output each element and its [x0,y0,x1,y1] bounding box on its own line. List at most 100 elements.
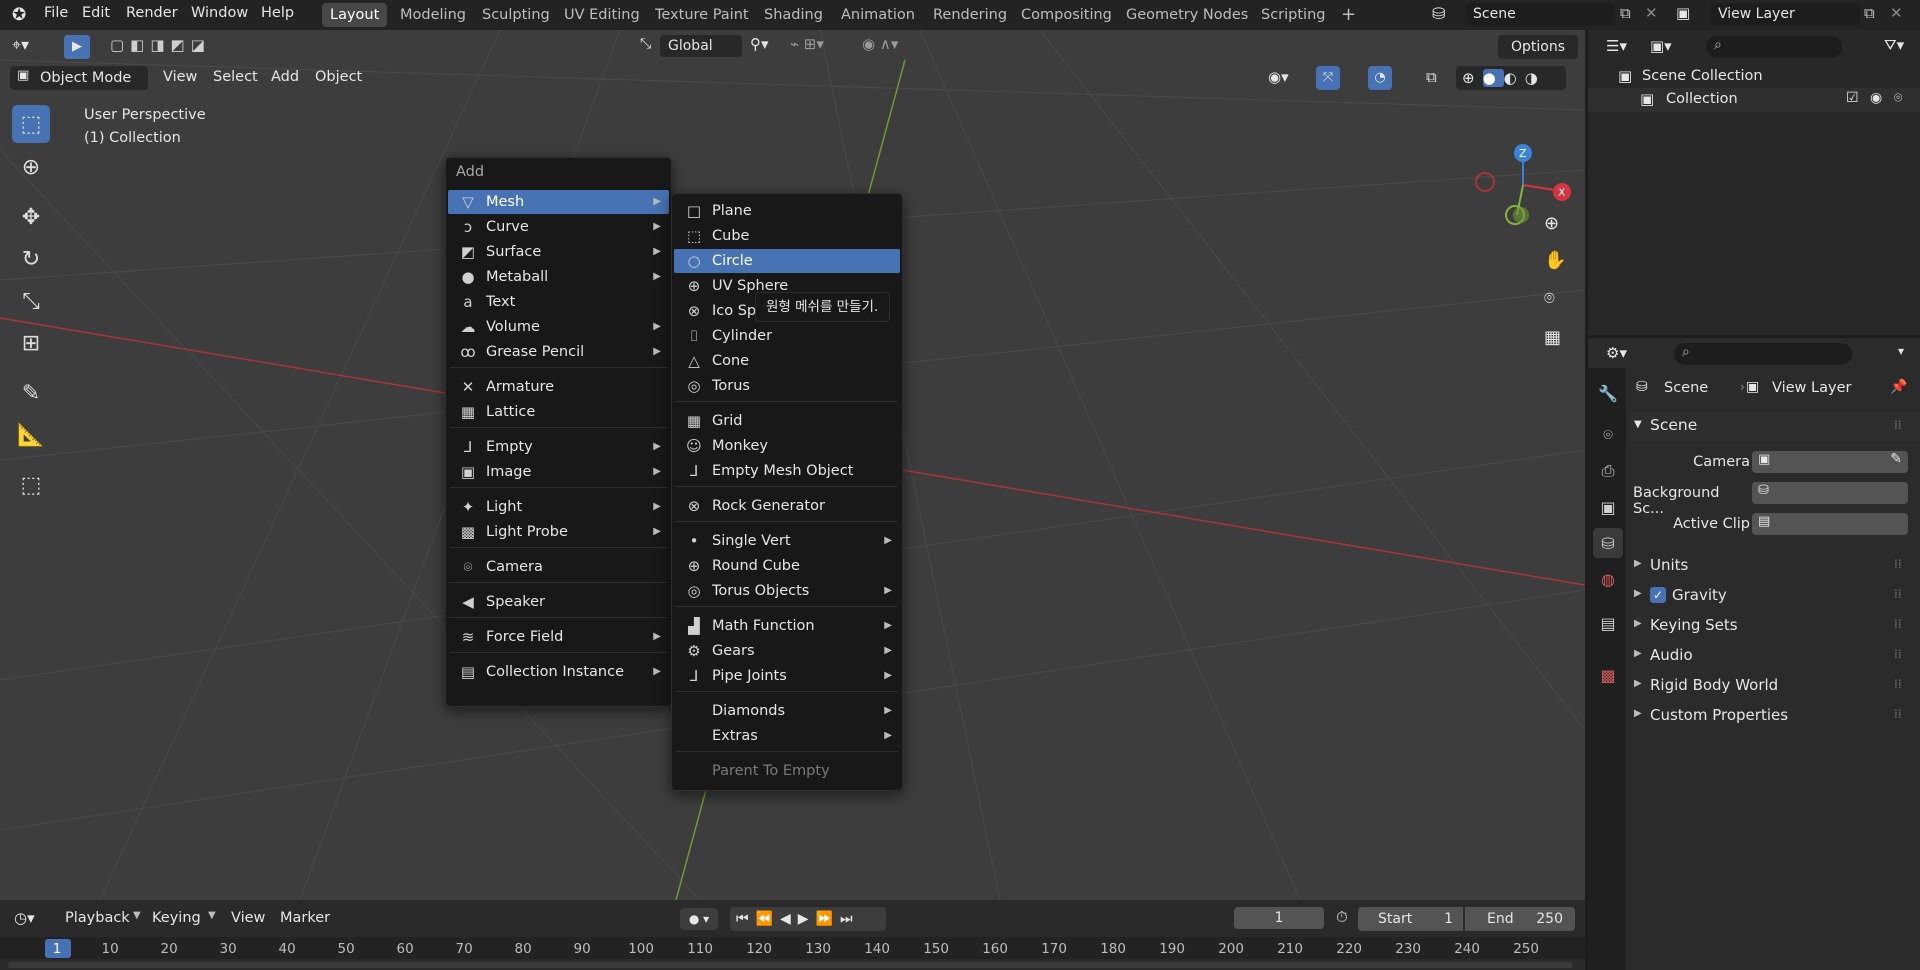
timeline[interactable]: ◷▾ Playback ▼ Keying ▼ View Marker ● ▾ ⏮… [0,900,1585,970]
add-menu-item-mesh[interactable]: ▽ Mesh ▶ [448,190,669,214]
blender-logo-icon[interactable]: ✪ [12,5,26,25]
mesh-menu-item-plane[interactable]: □ Plane [674,199,900,223]
start-frame-field[interactable]: Start 1 [1358,907,1463,931]
annotate-tool[interactable]: ✎ [12,374,50,412]
pin-icon[interactable]: 📌 [1890,379,1907,395]
select-tool-icon[interactable]: ▶ [64,35,90,59]
copy-scene-icon[interactable]: ⧉ [1620,4,1631,22]
drag-handle-icon[interactable]: ⁞⁞ [1894,647,1902,661]
mesh-menu-item-rock-generator[interactable]: ⊗ Rock Generator [674,494,900,518]
drag-handle-icon[interactable]: ⁞⁞ [1894,418,1902,432]
mesh-menu-item-extras[interactable]: Extras ▶ [674,724,900,748]
visibility-icon[interactable]: ◉▾ [1268,68,1289,86]
object-mode-dropdown[interactable]: Object Mode [10,66,148,90]
view-layer-icon[interactable]: ▣ [1676,4,1690,22]
mesh-menu-item-pipe-joints[interactable]: ⅃ Pipe Joints ▶ [674,664,900,688]
timeline-menu-playback[interactable]: Playback [65,910,130,926]
viewport-menu-select[interactable]: Select [213,69,258,85]
drag-handle-icon[interactable]: ⁞⁞ [1894,617,1902,631]
viewport-menu-object[interactable]: Object [315,69,362,85]
mesh-menu-item-round-cube[interactable]: ⊕ Round Cube [674,554,900,578]
mesh-menu-item-cylinder[interactable]: ⌷ Cylinder [674,324,900,348]
render-tab-icon[interactable]: ⌾ [1593,420,1623,450]
xray-icon[interactable]: ⧉ [1426,68,1437,86]
pivot-icon[interactable]: ⚲▾ [750,35,769,53]
properties-menu-icon[interactable]: ▾ [1898,344,1904,358]
tab-modeling[interactable]: Modeling [392,3,474,27]
measure-tool[interactable]: 📐 [12,416,50,454]
proportional-edit-icon[interactable]: ◉ ∧▾ [862,35,898,53]
tab-layout[interactable]: Layout [322,3,388,27]
filter-icon[interactable]: ⛛▾ [1884,36,1904,54]
add-menu-item-text[interactable]: a Text [448,290,669,314]
eyedropper-icon[interactable]: ✎ [1890,451,1902,467]
move-tool[interactable]: ✥ [12,198,50,236]
outliner-editor-icon[interactable]: ☰▾ [1606,37,1627,55]
add-menu-item-force-field[interactable]: ≋ Force Field ▶ [448,625,669,649]
mesh-menu-item-diamonds[interactable]: Diamonds ▶ [674,699,900,723]
timeline-menu-marker[interactable]: Marker [280,910,330,926]
scene-collection-label[interactable]: Scene Collection [1642,68,1763,84]
select-box-tool[interactable]: ⬚ [12,105,50,143]
add-menu-item-camera[interactable]: ⌾ Camera [448,555,669,579]
playback-controls[interactable]: ⏮⏪◀▶⏩⏭ [730,907,886,931]
panel-keying-sets[interactable]: ▶ Keying Sets ⁞⁞ [1628,613,1920,639]
stopwatch-icon[interactable]: ⏱ [1336,908,1348,926]
properties-editor-icon[interactable]: ⚙▾ [1606,344,1627,362]
transform-orientation-dropdown[interactable]: Global [660,35,742,57]
world-tab-icon[interactable]: ◍ [1593,564,1623,594]
add-menu-item-volume[interactable]: ☁ Volume ▶ [448,315,669,339]
add-cube-tool[interactable]: ⬚ [12,466,50,504]
pan-hand-icon[interactable]: ✋ [1544,250,1566,271]
tab-compositing[interactable]: Compositing [1013,3,1120,27]
collection-tab-icon[interactable]: ▤ [1593,608,1623,638]
navigation-gizmo[interactable]: Z X [1465,115,1585,235]
camera-view-icon[interactable]: ⌾ [1544,288,1555,309]
copy-view-layer-icon[interactable]: ⧉ [1864,4,1875,22]
mesh-menu-item-monkey[interactable]: ☺ Monkey [674,434,900,458]
mesh-menu-item-single-vert[interactable]: • Single Vert ▶ [674,529,900,553]
timeline-menu-keying[interactable]: Keying [152,910,201,926]
close-scene-icon[interactable]: ✕ [1645,4,1658,22]
add-menu-item-lattice[interactable]: ▦ Lattice [448,400,669,424]
tab-geometry-nodes[interactable]: Geometry Nodes [1118,3,1256,27]
add-menu-item-image[interactable]: ▣ Image ▶ [448,460,669,484]
snap-icon[interactable]: ⌁ ⊞▾ [790,35,824,53]
panel-rigid-body-world[interactable]: ▶ Rigid Body World ⁞⁞ [1628,673,1920,699]
timeline-scrollbar[interactable] [8,962,1573,968]
shading-mode-icons[interactable]: ⊕●◐◑ [1456,66,1566,90]
scene-tab-icon[interactable]: ⛁ [1593,528,1623,558]
current-frame-field[interactable]: 1 [1234,907,1324,929]
tool-tab-icon[interactable]: 🔧 [1593,378,1623,408]
texture-tab-icon[interactable]: ▩ [1593,660,1623,690]
panel-units[interactable]: ▶ Units ⁞⁞ [1628,553,1920,579]
add-menu-item-empty[interactable]: ⅃ Empty ▶ [448,435,669,459]
timeline-menu-view[interactable]: View [231,910,265,926]
scale-tool[interactable]: ⤡ [12,282,50,320]
active-clip-field[interactable]: ▤ [1752,513,1908,535]
options-dropdown[interactable]: Options [1498,35,1578,59]
tab-shading[interactable]: Shading [756,3,831,27]
record-icon[interactable]: ● ▾ [680,908,718,930]
rotate-tool[interactable]: ↻ [12,240,50,278]
panel-audio[interactable]: ▶ Audio ⁞⁞ [1628,643,1920,669]
zoom-icon[interactable]: ⊕ [1544,213,1559,234]
panel-custom-properties[interactable]: ▶ Custom Properties ⁞⁞ [1628,703,1920,729]
drag-handle-icon[interactable]: ⁞⁞ [1894,557,1902,571]
render-camera-icon[interactable]: ⌾ [1894,90,1902,106]
viewport-menu-add[interactable]: Add [271,69,299,85]
timeline-editor-icon[interactable]: ◷▾ [14,909,35,927]
collection-label[interactable]: Collection [1666,91,1738,107]
tab-rendering[interactable]: Rendering [925,3,1015,27]
add-menu-item-light-probe[interactable]: ▩ Light Probe ▶ [448,520,669,544]
menu-edit[interactable]: Edit [82,5,110,21]
view-layer-tab-icon[interactable]: ▣ [1593,492,1623,522]
add-menu-item-curve[interactable]: ↄ Curve ▶ [448,215,669,239]
view-layer-field[interactable]: View Layer [1710,3,1860,25]
eye-icon[interactable]: ◉ [1870,90,1882,106]
add-menu-item-collection-instance[interactable]: ▤ Collection Instance ▶ [448,660,669,684]
menu-render[interactable]: Render [126,5,178,21]
overlay-toggle-icon[interactable]: ◔ [1368,66,1392,90]
outliner[interactable]: ☰▾ ▣▾ ⌕ ⛛▾ ▣ Scene Collection ▣ Collecti… [1588,30,1920,335]
tab-sculpting[interactable]: Sculpting [474,3,558,27]
